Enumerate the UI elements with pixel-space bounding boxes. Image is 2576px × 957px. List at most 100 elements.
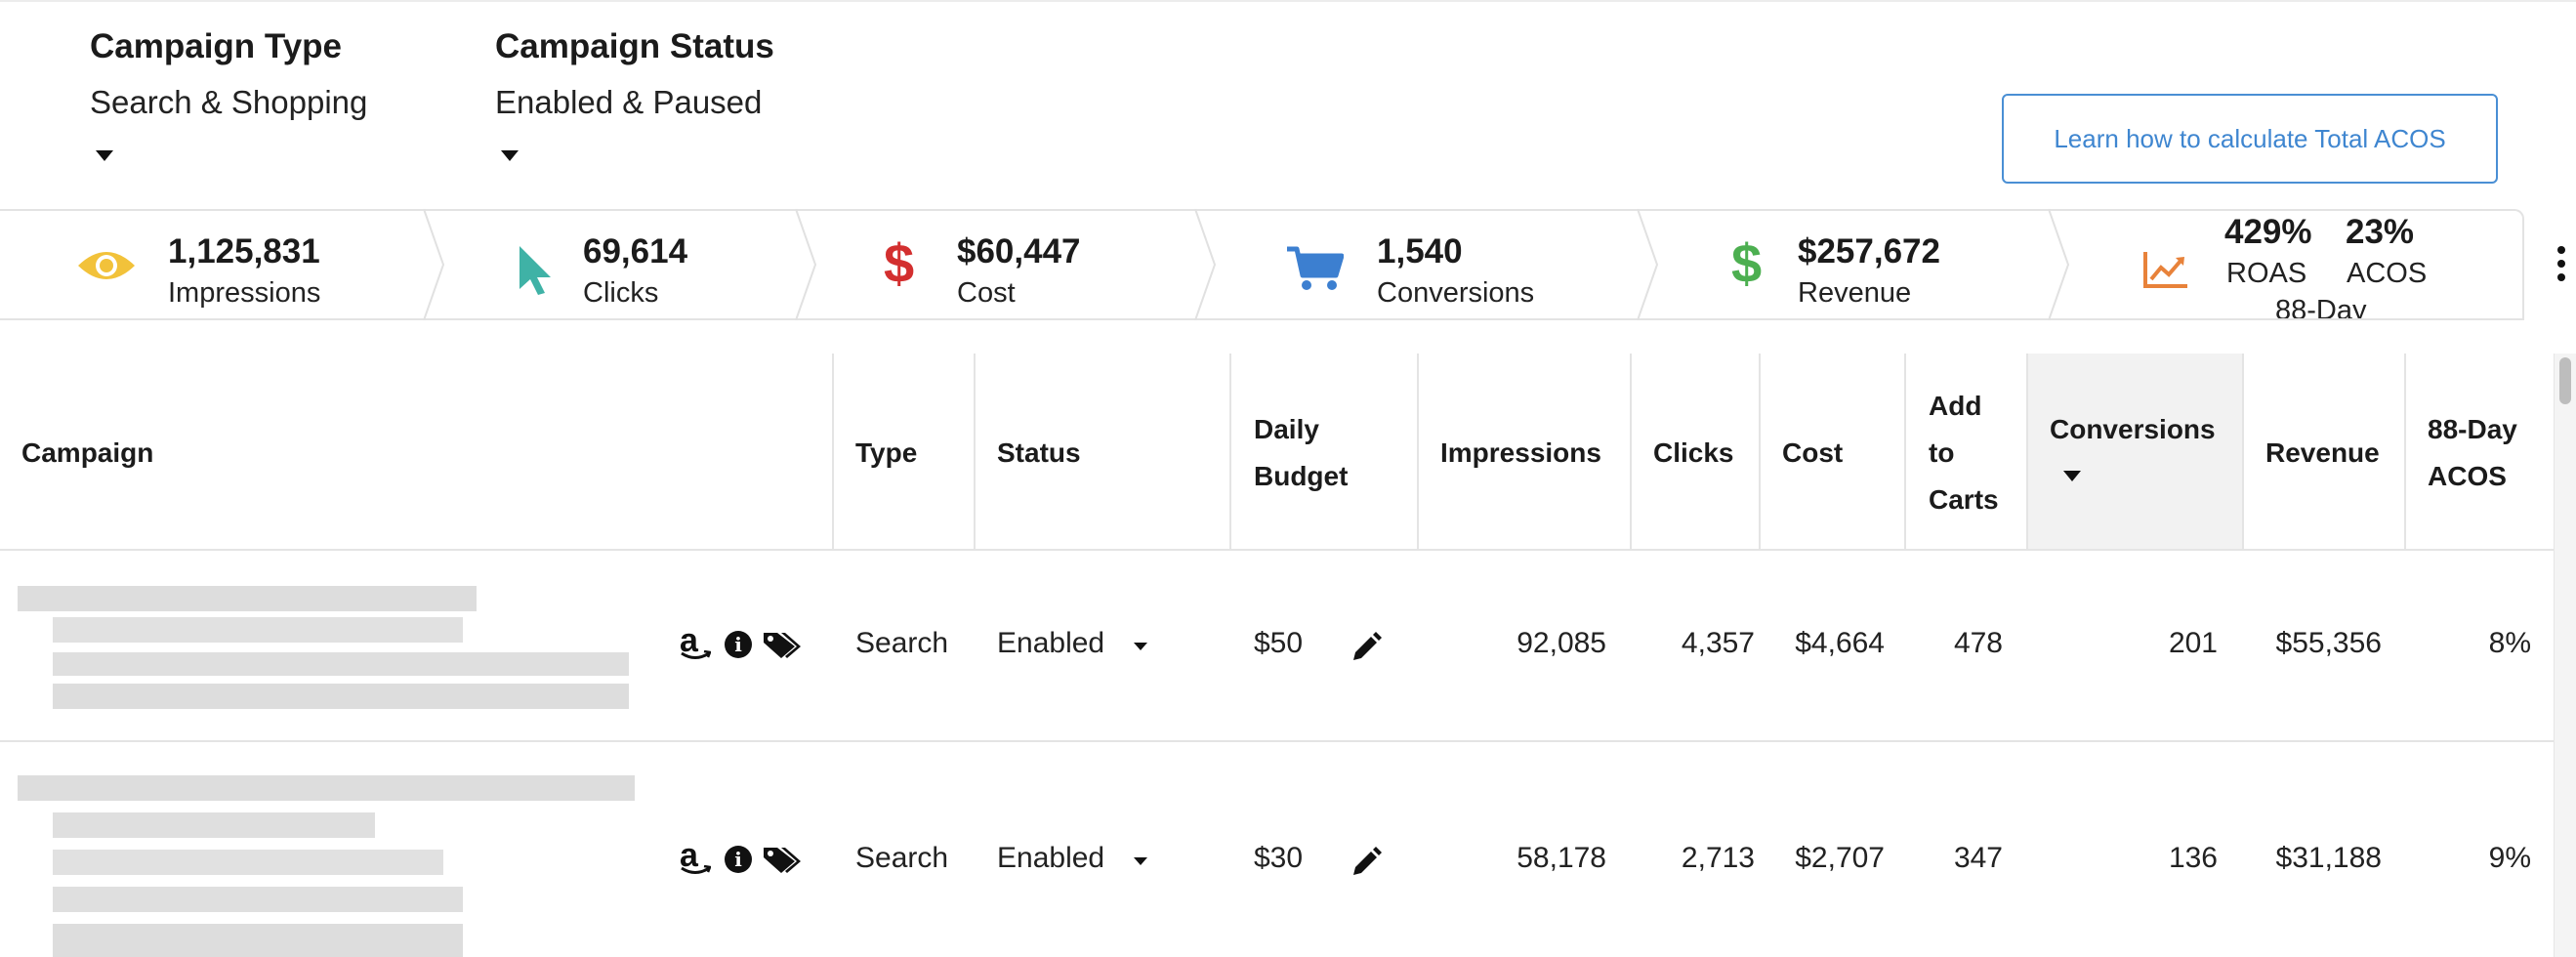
vertical-scrollbar[interactable]: [2554, 354, 2576, 957]
header-daily-budget-line: Budget: [1254, 461, 1349, 491]
row-impressions: 58,178: [1517, 842, 1606, 874]
row-clicks: 2,713: [1681, 842, 1755, 874]
amazon-icon: a: [680, 624, 711, 664]
row-conversions: 136: [2168, 842, 2218, 874]
metric-separator: [795, 209, 817, 320]
header-acos[interactable]: 88-Day ACOS: [2428, 406, 2517, 500]
table-row[interactable]: a i Search Enabled $30 58,178 2,713 $2,7…: [0, 742, 2554, 957]
metric-separator: [1637, 209, 1659, 320]
header-acos-line: ACOS: [2428, 461, 2507, 491]
roas-label: ROAS: [2226, 258, 2307, 289]
table-row[interactable]: a i Search Enabled $50 92,085 4,357 $4,6…: [0, 551, 2554, 740]
header-conversions[interactable]: Conversions: [2050, 406, 2216, 481]
campaign-status-label: Campaign Status: [495, 27, 774, 65]
row-conversions: 201: [2168, 627, 2218, 659]
row-impressions: 92,085: [1517, 627, 1606, 659]
campaign-status-dropdown[interactable]: Enabled & Paused: [495, 84, 808, 172]
header-conversions-label: Conversions: [2050, 414, 2216, 444]
cursor-icon: [519, 246, 551, 295]
acos-label: ACOS: [2347, 258, 2428, 289]
chevron-down-icon: [1134, 857, 1147, 865]
column-divider: [1759, 354, 1761, 549]
campaign-status-value: Enabled & Paused: [495, 84, 763, 120]
clicks-value: 69,614: [583, 232, 688, 270]
impressions-value: 1,125,831: [168, 232, 320, 270]
header-impressions[interactable]: Impressions: [1440, 430, 1601, 477]
cost-value: $60,447: [957, 232, 1081, 270]
chevron-down-icon: [96, 150, 113, 161]
trend-chart-icon: [2143, 252, 2187, 288]
info-icon[interactable]: i: [725, 846, 752, 873]
revenue-label: Revenue: [1798, 277, 1912, 309]
metric-clicks: 69,614 Clicks: [508, 209, 791, 320]
header-daily-budget[interactable]: Daily Budget: [1254, 406, 1348, 500]
scrollbar-thumb[interactable]: [2559, 357, 2571, 404]
row-type: Search: [855, 627, 949, 659]
row-budget: $30: [1254, 842, 1304, 874]
row-clicks: 4,357: [1681, 627, 1755, 659]
sort-desc-icon: [2063, 471, 2081, 481]
header-clicks[interactable]: Clicks: [1653, 430, 1734, 477]
row-status: Enabled: [997, 627, 1105, 659]
metric-impressions: 1,125,831 Impressions: [76, 209, 418, 320]
column-divider: [1417, 354, 1419, 549]
edit-pencil-icon[interactable]: [1350, 844, 1383, 877]
roas-acos-period-label: 88-Day: [2275, 295, 2367, 318]
status-dropdown[interactable]: Enabled: [997, 623, 1153, 666]
header-add-to-carts-line: Carts: [1929, 484, 1999, 515]
row-add-to-carts: 478: [1953, 627, 2003, 659]
row-cost: $4,664: [1795, 627, 1885, 659]
header-cost[interactable]: Cost: [1782, 430, 1843, 477]
more-options-icon[interactable]: [2553, 244, 2570, 287]
header-add-to-carts-line: to: [1929, 437, 1955, 468]
acos-value: 23%: [2346, 213, 2415, 251]
column-divider: [1229, 354, 1231, 549]
metric-separator: [1194, 209, 1217, 320]
status-dropdown[interactable]: Enabled: [997, 838, 1153, 881]
metric-roas-acos: 429% ROAS 23% ACOS 88-Day: [2142, 209, 2519, 318]
row-acos: 8%: [2488, 627, 2531, 659]
column-divider: [974, 354, 976, 549]
campaign-type-label: Campaign Type: [90, 27, 343, 65]
column-divider: [2404, 354, 2406, 549]
header-campaign[interactable]: Campaign: [21, 430, 153, 477]
campaign-type-value: Search & Shopping: [90, 84, 368, 120]
dollar-icon: $: [884, 232, 915, 294]
row-status: Enabled: [997, 842, 1105, 874]
header-revenue[interactable]: Revenue: [2265, 430, 2380, 477]
metric-separator: [2048, 209, 2070, 320]
row-revenue: $31,188: [2275, 842, 2382, 874]
row-type: Search: [855, 842, 949, 874]
dollar-icon: $: [1731, 232, 1763, 294]
revenue-value: $257,672: [1798, 232, 1940, 270]
metric-cost: $ $60,447 Cost: [884, 209, 1186, 320]
clicks-label: Clicks: [583, 277, 659, 309]
impressions-label: Impressions: [168, 277, 321, 309]
column-divider: [2242, 354, 2244, 549]
row-acos: 9%: [2488, 842, 2531, 874]
campaign-name-redacted: [18, 775, 643, 957]
header-type[interactable]: Type: [855, 430, 917, 477]
campaign-name-redacted: [18, 586, 633, 713]
eye-icon: [78, 252, 135, 279]
metric-revenue: $ $257,672 Revenue: [1731, 209, 2044, 320]
campaign-type-dropdown[interactable]: Search & Shopping: [90, 84, 412, 172]
info-icon[interactable]: i: [725, 631, 752, 658]
chevron-down-icon: [1134, 643, 1147, 650]
conversions-label: Conversions: [1377, 277, 1535, 309]
edit-pencil-icon[interactable]: [1350, 629, 1383, 662]
header-add-to-carts-line: Add: [1929, 391, 1982, 421]
chevron-down-icon: [501, 150, 519, 161]
cart-icon: [1287, 246, 1344, 290]
conversions-value: 1,540: [1377, 232, 1463, 270]
row-revenue: $55,356: [2275, 627, 2382, 659]
learn-total-acos-button[interactable]: Learn how to calculate Total ACOS: [2002, 94, 2498, 184]
row-budget: $50: [1254, 627, 1304, 659]
top-border: [0, 0, 2576, 2]
header-status[interactable]: Status: [997, 430, 1081, 477]
tags-icon[interactable]: [762, 629, 803, 660]
header-add-to-carts[interactable]: Add to Carts: [1929, 383, 1999, 523]
row-add-to-carts: 347: [1953, 842, 2003, 874]
cost-label: Cost: [957, 277, 1016, 309]
tags-icon[interactable]: [762, 844, 803, 875]
